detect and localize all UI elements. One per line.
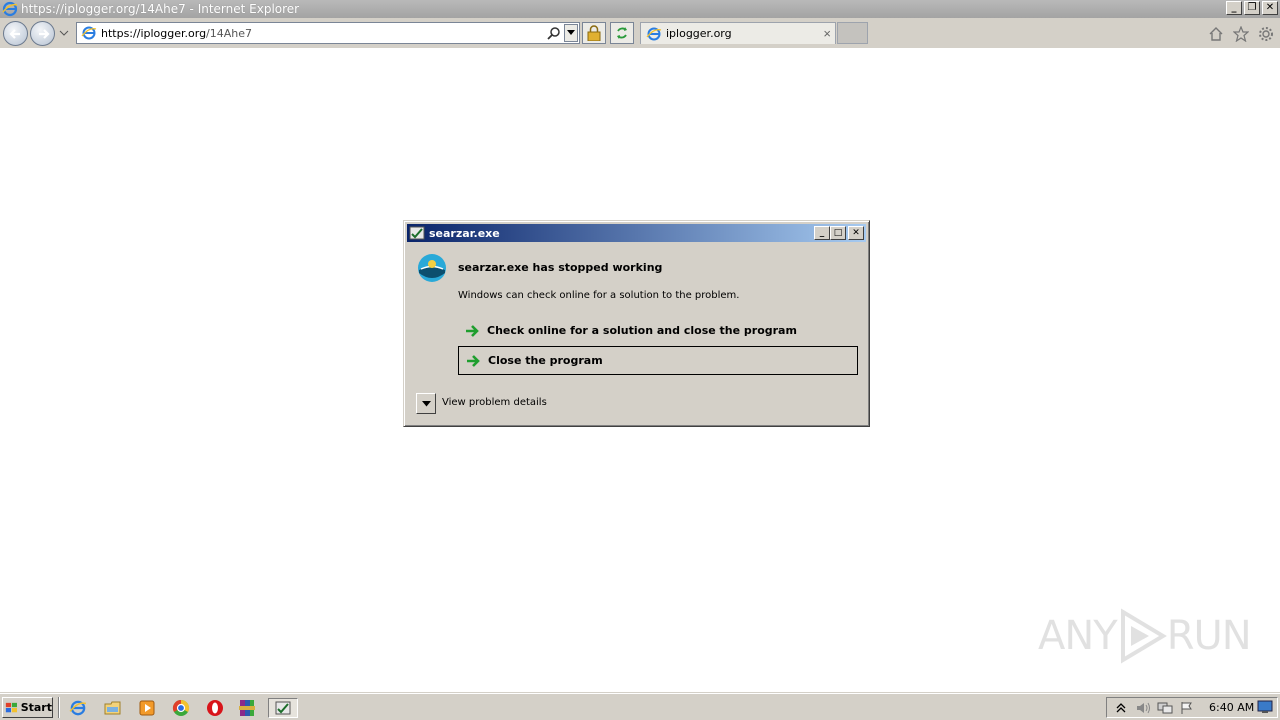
taskbar-chrome-icon[interactable] <box>170 698 192 718</box>
ie-logo-icon <box>2 1 18 17</box>
taskbar: Start 6:40 AM <box>0 693 1280 720</box>
action-center-flag-icon[interactable] <box>1179 700 1195 716</box>
back-button[interactable] <box>3 21 28 46</box>
volume-icon[interactable] <box>1135 700 1151 716</box>
browser-window-title: https://iplogger.org/14Ahe7 - Internet E… <box>21 2 300 16</box>
dialog-subtext: Windows can check online for a solution … <box>458 290 740 301</box>
tab-iplogger[interactable]: iplogger.org × <box>640 22 836 44</box>
dialog-heading: searzar.exe has stopped working <box>458 261 663 274</box>
taskbar-winrar-icon[interactable] <box>236 698 258 718</box>
view-details-label[interactable]: View problem details <box>442 397 547 408</box>
address-url[interactable]: https://iplogger.org/14Ahe7 <box>101 27 252 40</box>
watermark-text-left: ANY <box>1038 613 1118 659</box>
url-scheme: https:// <box>101 26 141 40</box>
arrow-right-icon <box>38 28 50 39</box>
lock-icon <box>587 25 601 41</box>
error-dialog: searzar.exe _ □ ✕ searzar.exe has stoppe… <box>403 220 870 427</box>
history-dropdown-icon[interactable] <box>59 28 69 38</box>
anyrun-watermark: ANY RUN <box>1038 608 1252 664</box>
taskbar-opera-icon[interactable] <box>204 698 226 718</box>
start-label: Start <box>20 701 52 714</box>
ie-tab-icon <box>646 27 662 40</box>
taskbar-separator <box>58 697 60 718</box>
restore-button[interactable]: ❐ <box>1244 1 1260 15</box>
start-button[interactable]: Start <box>2 697 53 718</box>
ie-page-icon <box>81 26 97 40</box>
chrome-icon <box>172 699 190 716</box>
opera-icon <box>207 700 223 716</box>
taskbar-folder-icon[interactable] <box>102 698 124 718</box>
dialog-titlebar[interactable]: searzar.exe _ □ ✕ <box>407 224 866 242</box>
system-tray: 6:40 AM <box>1106 697 1278 718</box>
arrow-left-icon <box>8 28 20 39</box>
dialog-maximize-button[interactable]: □ <box>830 226 846 240</box>
url-host: iplogger.org <box>140 26 207 40</box>
security-lock-button[interactable] <box>582 22 606 44</box>
new-tab-button[interactable] <box>837 22 868 44</box>
address-bar[interactable]: https://iplogger.org/14Ahe7 <box>76 22 580 44</box>
browser-toolbar-icons <box>1207 25 1274 42</box>
forward-button[interactable] <box>30 21 55 46</box>
chevron-down-icon <box>421 400 431 406</box>
taskbar-ie-icon[interactable] <box>67 698 89 718</box>
refresh-icon <box>617 27 627 39</box>
tab-close-icon[interactable]: × <box>823 26 831 41</box>
winrar-icon <box>239 700 255 716</box>
check-online-label: Check online for a solution and close th… <box>487 324 797 337</box>
refresh-button[interactable] <box>610 22 634 44</box>
dialog-window-controls: _ □ ✕ <box>814 226 864 240</box>
minimize-button[interactable]: _ <box>1226 1 1242 15</box>
network-icon[interactable] <box>1157 700 1173 716</box>
check-online-option[interactable]: Check online for a solution and close th… <box>458 316 858 345</box>
browser-window-controls: _ ❐ ✕ <box>1226 1 1278 15</box>
url-path: /14Ahe7 <box>206 26 253 40</box>
dialog-minimize-button[interactable]: _ <box>814 226 830 240</box>
taskbar-error-app-button[interactable] <box>268 698 298 718</box>
green-arrow-icon <box>466 324 479 337</box>
chevron-down-icon <box>567 30 575 35</box>
green-arrow-icon <box>467 354 480 367</box>
play-triangle-icon <box>1120 608 1167 664</box>
favorites-star-icon[interactable] <box>1232 25 1249 42</box>
clock[interactable]: 6:40 AM <box>1209 701 1254 714</box>
ie-icon <box>69 700 87 716</box>
show-desktop-icon[interactable] <box>1257 700 1273 714</box>
view-details-toggle[interactable] <box>416 393 436 414</box>
close-button[interactable]: ✕ <box>1262 1 1278 15</box>
address-dropdown-button[interactable] <box>564 24 578 42</box>
browser-titlebar: https://iplogger.org/14Ahe7 - Internet E… <box>0 0 1280 18</box>
dialog-close-button[interactable]: ✕ <box>848 226 864 240</box>
media-player-icon <box>139 700 155 716</box>
browser-navbar: https://iplogger.org/14Ahe7 iplogger.org… <box>0 18 1280 48</box>
search-icon[interactable] <box>547 26 561 40</box>
dialog-title: searzar.exe <box>429 226 500 240</box>
error-app-icon <box>275 701 291 715</box>
searzar-app-icon <box>418 254 446 282</box>
tray-expand-icon[interactable] <box>1113 700 1129 716</box>
tab-label: iplogger.org <box>666 27 732 40</box>
gear-icon[interactable] <box>1257 25 1274 42</box>
folder-icon <box>104 701 121 715</box>
windows-logo-icon <box>5 702 17 712</box>
home-icon[interactable] <box>1207 25 1224 42</box>
close-program-label: Close the program <box>488 354 603 367</box>
taskbar-media-player-icon[interactable] <box>136 698 158 718</box>
close-program-option[interactable]: Close the program <box>458 346 858 375</box>
error-app-icon <box>409 226 425 240</box>
watermark-text-right: RUN <box>1166 613 1252 659</box>
